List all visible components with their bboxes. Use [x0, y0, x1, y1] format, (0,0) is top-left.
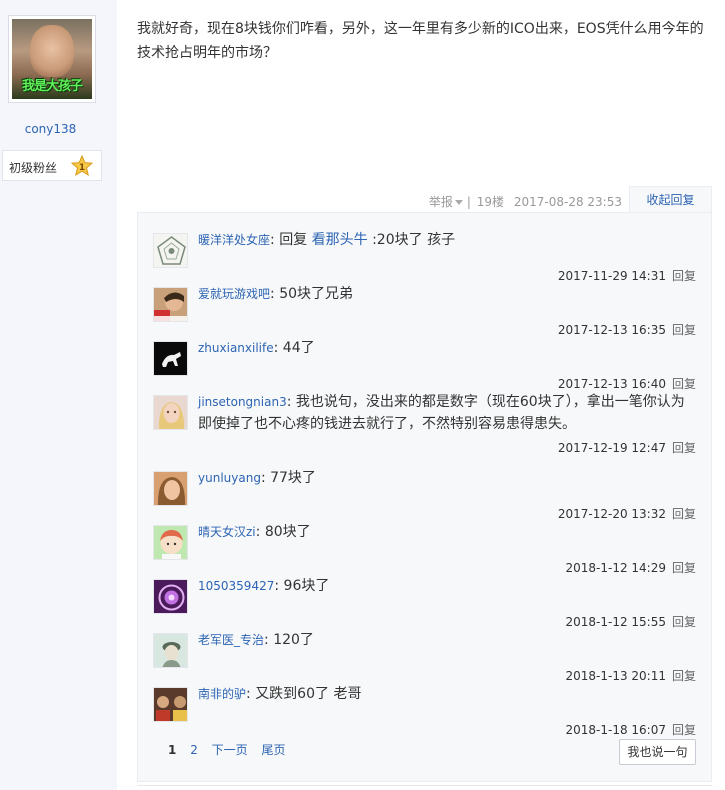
reply-button[interactable]: 回复 [672, 615, 696, 629]
reply-meta: 2017-12-19 12:47 回复 [558, 439, 696, 456]
page-1: 1 [168, 743, 177, 757]
reply-body: 老军医_专治: 120了 [198, 632, 314, 648]
chevron-down-icon[interactable] [454, 200, 463, 205]
reply-meta: 2017-12-13 16:35 回复 [558, 321, 696, 338]
reply-to-username[interactable]: 看那头牛 [312, 232, 368, 248]
reply-text: 77块了 [270, 470, 316, 486]
reply-button[interactable]: 回复 [672, 323, 696, 337]
next-page-link[interactable]: 下一页 [212, 743, 248, 757]
reply-time: 2018-1-13 20:11 [565, 669, 666, 683]
reply-body: jinsetongnian3: 我也说句，没出来的都是数字（现在60块了），拿出… [198, 394, 685, 432]
reply-body: 暖洋洋处女座: 回复 看那头牛 :20块了 孩子 [198, 232, 456, 248]
report-link[interactable]: 举报 [429, 195, 453, 209]
reply-avatar[interactable] [153, 525, 188, 560]
reply-meta: 2017-11-29 14:31 回复 [558, 267, 696, 284]
reply-prefix: 回复 [279, 232, 312, 248]
reply-avatar[interactable] [153, 341, 188, 376]
reply-avatar[interactable] [153, 633, 188, 668]
reply-button[interactable]: 回复 [672, 561, 696, 575]
rank-level: 1 [79, 163, 85, 173]
rank-label: 初级粉丝 [9, 161, 58, 175]
reply-avatar[interactable] [153, 233, 188, 268]
reply-username[interactable]: jinsetongnian3 [198, 395, 287, 409]
reply-text: 96块了 [283, 578, 330, 594]
reply-button[interactable]: 回复 [672, 441, 696, 455]
reply-text: 120了 [273, 632, 314, 648]
reply-username[interactable]: 爱就玩游戏吧 [198, 287, 270, 301]
reply-avatar[interactable] [153, 395, 188, 430]
reply-username[interactable]: 南非的驴 [198, 687, 246, 701]
reply-time: 2017-12-20 13:32 [557, 507, 666, 521]
reply-button[interactable]: 回复 [672, 269, 696, 283]
reply-avatar[interactable] [153, 471, 188, 506]
reply-text: 50块了兄弟 [279, 286, 354, 302]
star-icon: 1 [71, 155, 93, 177]
divider [137, 785, 712, 786]
author-avatar[interactable]: 我是大孩子 [8, 15, 96, 103]
reply-avatar[interactable] [153, 287, 188, 322]
reply-avatar[interactable] [153, 687, 188, 722]
reply-meta: 2018-1-13 20:11 回复 [565, 667, 696, 684]
collapse-replies-button[interactable]: 收起回复 [629, 186, 712, 213]
post-time: 2017-08-28 23:53 [513, 195, 622, 209]
reply-button[interactable]: 回复 [672, 507, 696, 521]
author-sidebar: 我是大孩子 cony138 初级粉丝 1 [0, 0, 117, 790]
reply-meta: 2018-1-12 14:29 回复 [565, 559, 696, 576]
reply-meta: 2018-1-18 16:07 回复 [565, 721, 696, 738]
reply-body: 1050359427: 96块了 [198, 578, 330, 594]
reply-body: 南非的驴: 又跌到60了 老哥 [198, 686, 362, 702]
reply-meta: 2017-12-20 13:32 回复 [558, 505, 696, 522]
reply-time: 2018-1-12 14:29 [565, 561, 666, 575]
reply-button[interactable]: 回复 [672, 669, 696, 683]
last-page-link[interactable]: 尾页 [262, 743, 286, 757]
reply-time: 2017-12-13 16:35 [557, 323, 666, 337]
avatar-caption: 我是大孩子 [21, 79, 83, 94]
reply-time: 2018-1-12 15:55 [565, 615, 666, 629]
author-username[interactable]: cony138 [0, 122, 101, 136]
page-2[interactable]: 2 [190, 743, 198, 757]
reply-body: 爱就玩游戏吧: 50块了兄弟 [198, 286, 354, 302]
reply-meta: 2018-1-12 15:55 回复 [565, 613, 696, 630]
reply-time: 2017-11-29 14:31 [557, 269, 666, 283]
reply-meta: 2017-12-13 16:40 回复 [558, 375, 696, 392]
reply-avatar[interactable] [153, 579, 188, 614]
reply-username[interactable]: 1050359427 [198, 579, 274, 593]
reply-username[interactable]: 晴天女汉zi [198, 525, 256, 539]
reply-button[interactable]: 回复 [672, 723, 696, 737]
say-something-button[interactable]: 我也说一句 [619, 739, 696, 765]
reply-text: 又跌到60了 老哥 [255, 686, 362, 702]
reply-username[interactable]: 暖洋洋处女座 [198, 233, 270, 247]
reply-body: zhuxianxilife: 44了 [198, 340, 315, 356]
post-content: 我就好奇，现在8块钱你们咋看，另外，这一年里有多少新的ICO出来，EOS凭什么用… [137, 21, 704, 61]
sub-replies-panel: 暖洋洋处女座: 回复 看那头牛 :20块了 孩子 2017-11-29 14:3… [137, 212, 712, 782]
reply-username[interactable]: 老军医_专治 [198, 633, 264, 647]
reply-time: 2017-12-13 16:40 [557, 377, 666, 391]
rank-badge[interactable]: 初级粉丝 1 [2, 150, 102, 181]
post-tail: 举报 | 19楼 2017-08-28 23:53 [428, 195, 622, 209]
reply-button[interactable]: 回复 [672, 377, 696, 391]
reply-username[interactable]: zhuxianxilife [198, 341, 274, 355]
reply-text: 44了 [282, 340, 315, 356]
reply-username[interactable]: yunluyang [198, 471, 261, 485]
reply-text: :20块了 孩子 [367, 232, 456, 248]
reply-text: 80块了 [264, 524, 311, 540]
reply-time: 2017-12-19 12:47 [557, 441, 666, 455]
reply-body: 晴天女汉zi: 80块了 [198, 524, 311, 540]
reply-body: yunluyang: 77块了 [198, 470, 316, 486]
floor-number: 19楼 [476, 195, 505, 209]
pagination: 1 2 下一页 尾页 [168, 741, 296, 758]
reply-time: 2018-1-18 16:07 [565, 723, 666, 737]
author-avatar-image: 我是大孩子 [12, 19, 92, 99]
